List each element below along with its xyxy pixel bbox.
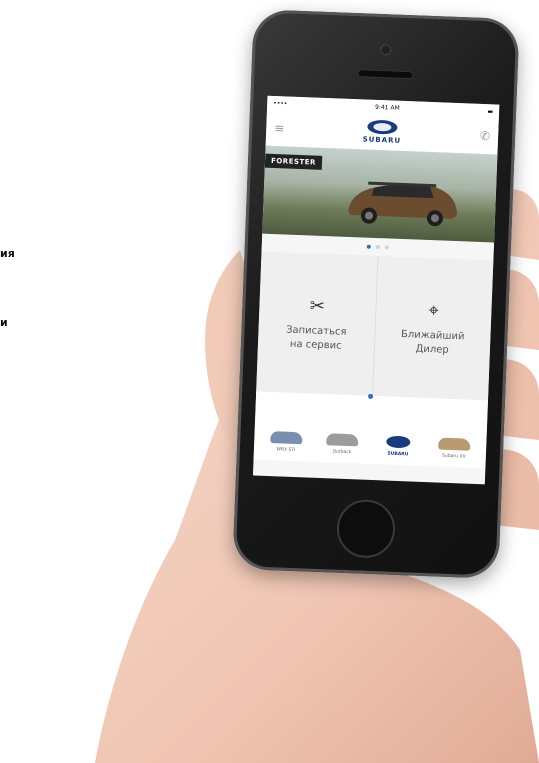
model-item-outback[interactable]: Outback <box>314 433 371 456</box>
car-thumbnail-icon <box>270 431 303 445</box>
carousel-dot[interactable] <box>366 244 371 249</box>
model-scroll-indicator <box>367 393 374 399</box>
model-label: SUBARU <box>387 451 409 458</box>
model-item-xv[interactable]: Subaru XV <box>426 437 483 460</box>
hamburger-menu-icon[interactable]: ≡ <box>274 121 285 135</box>
earpiece-speaker <box>357 69 414 80</box>
model-item-subaru[interactable]: SUBARU <box>370 435 427 458</box>
dealer-label-2: Дилер <box>415 343 449 356</box>
banner-model-label: FORESTER <box>264 153 323 170</box>
hero-banner[interactable]: FORESTER <box>262 145 498 243</box>
dealer-label-1: Ближайший <box>400 328 465 342</box>
subaru-emblem-icon <box>386 435 411 449</box>
status-time: 9:41 AM <box>374 103 400 112</box>
location-pin-icon: ⌖ <box>428 299 440 321</box>
car-thumbnail-icon <box>326 433 359 447</box>
phone-call-icon[interactable]: ✆ <box>480 129 491 143</box>
carousel-dot[interactable] <box>375 244 380 250</box>
home-button[interactable] <box>335 498 397 559</box>
model-item-wrx[interactable]: WRX STI <box>258 431 315 454</box>
phone-screen: •••• 9:41 AM ▬ ≡ SUBARU ✆ FORESTER ✂ Зап… <box>252 95 500 485</box>
car-thumbnail-icon <box>438 437 471 451</box>
model-label: Outback <box>332 449 352 456</box>
carousel-dot[interactable] <box>384 245 389 250</box>
brand-name: SUBARU <box>362 135 402 145</box>
model-label: Subaru XV <box>441 453 466 460</box>
service-label-2: на сервис <box>289 338 342 352</box>
model-label: WRX STI <box>276 447 296 454</box>
quick-actions: ✂ Записаться на сервис ⌖ Ближайший Дилер <box>256 251 494 401</box>
phone-device: •••• 9:41 AM ▬ ≡ SUBARU ✆ FORESTER ✂ Зап… <box>232 9 520 579</box>
brand-logo: SUBARU <box>362 119 402 145</box>
subaru-emblem-icon <box>367 119 398 135</box>
service-booking-button[interactable]: ✂ Записаться на сервис <box>256 251 377 396</box>
front-camera <box>380 43 392 56</box>
tools-icon: ✂ <box>309 294 326 317</box>
battery-icon: ▬ <box>487 107 494 115</box>
nearest-dealer-button[interactable]: ⌖ Ближайший Дилер <box>371 256 494 401</box>
car-image <box>348 181 458 227</box>
signal-indicator: •••• <box>273 99 288 107</box>
model-selector: WRX STI Outback SUBARU Subaru XV <box>253 391 488 469</box>
